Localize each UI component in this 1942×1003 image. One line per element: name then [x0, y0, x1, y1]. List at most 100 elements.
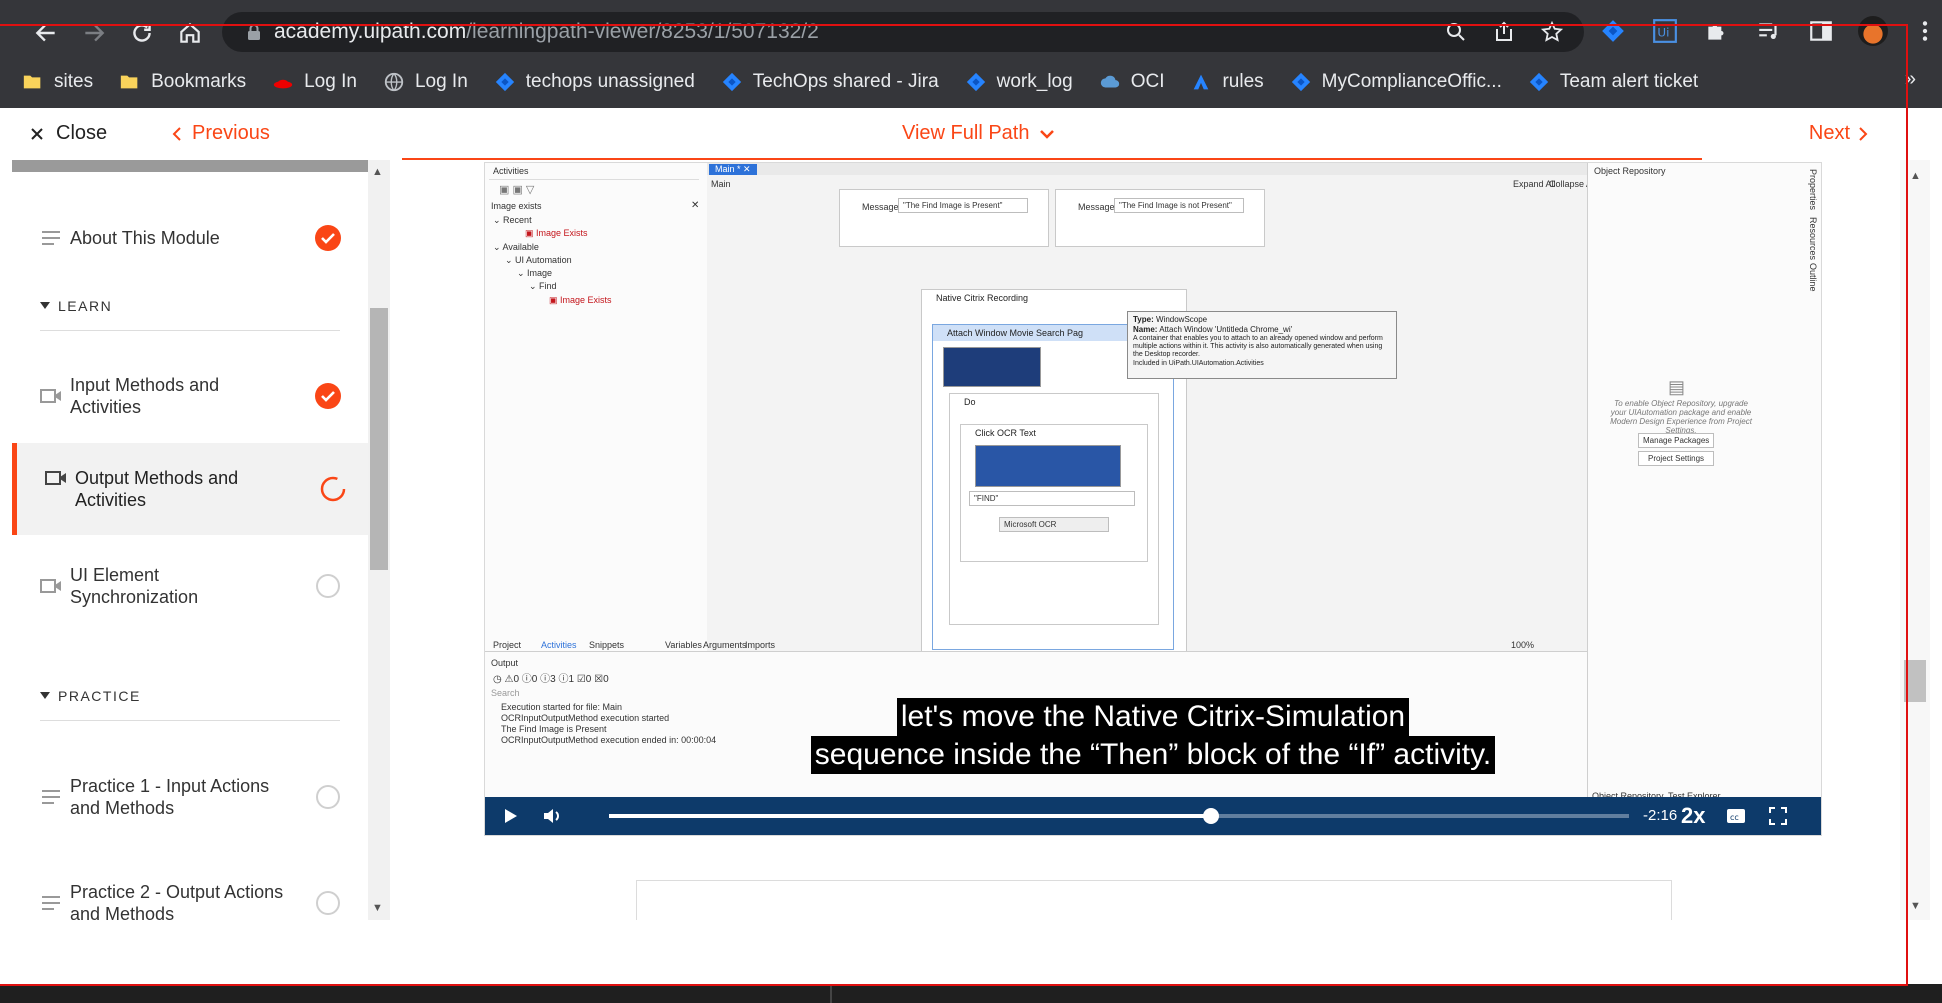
extensions-button[interactable] [1702, 16, 1732, 46]
next-button[interactable]: Next [1809, 122, 1868, 145]
bookmark-item[interactable]: Log In [383, 71, 468, 93]
section-practice[interactable]: PRACTICE [40, 688, 141, 704]
bookmark-item[interactable]: Bookmarks [119, 71, 246, 93]
page-scroll-thumb[interactable] [1904, 660, 1926, 702]
bookmark-item[interactable]: sites [22, 71, 93, 93]
tooltip-type-row: Type: WindowScope [1133, 315, 1391, 325]
forward-button[interactable] [76, 18, 112, 48]
browser-menu-button[interactable] [1910, 16, 1940, 46]
sidebar-item-practice-1[interactable]: Practice 1 - Input Actions and Methods [12, 772, 368, 822]
bookmark-item[interactable]: rules [1190, 71, 1264, 93]
home-button[interactable] [172, 18, 208, 48]
captions-button[interactable]: cc [1725, 805, 1747, 832]
ocr-thumbnail [975, 445, 1121, 487]
close-button[interactable]: Close [30, 122, 107, 145]
bookmark-label: techops unassigned [525, 71, 695, 92]
tree-find: ⌄ Find [529, 281, 557, 291]
sidebar-item-practice-2[interactable]: Practice 2 - Output Actions and Methods [12, 878, 368, 920]
sidebar-top-bar [12, 160, 368, 172]
page-scrollbar[interactable]: ▲ ▼ [1900, 160, 1930, 920]
uipath-extension[interactable]: Ui [1650, 16, 1680, 46]
playback-speed-button[interactable]: 2x [1681, 803, 1705, 829]
bookmark-label: Log In [414, 71, 468, 92]
video-icon [45, 471, 66, 485]
sidebar-item-ui-sync[interactable]: UI Element Synchronization [12, 565, 368, 607]
sidebar-item-input-methods[interactable]: Input Methods and Activities [12, 375, 368, 417]
play-button[interactable] [499, 805, 521, 832]
previous-button[interactable]: Previous [172, 122, 270, 145]
taskbar [0, 984, 1942, 1003]
reload-button[interactable] [124, 18, 160, 48]
module-sidebar: About This Module LEARN Input Methods an… [12, 160, 368, 920]
bookmark-label: Team alert ticket [1559, 71, 1699, 92]
fullscreen-button[interactable] [1767, 805, 1789, 832]
scroll-down-icon[interactable]: ▼ [372, 902, 383, 914]
back-button[interactable] [28, 18, 64, 48]
volume-button[interactable] [541, 805, 563, 832]
chevron-down-icon [1040, 129, 1055, 139]
profile-button[interactable] [1858, 16, 1888, 46]
output-title: Output [491, 658, 519, 668]
bookmarks-overflow-button[interactable]: » [1905, 68, 1916, 91]
bottom-tab-snippets: Snippets [589, 640, 625, 650]
close-label: Close [56, 122, 108, 144]
tooltip-type-value: WindowScope [1155, 315, 1208, 324]
jira-extension[interactable] [1598, 16, 1628, 46]
sidebar-item-output-methods[interactable]: Output Methods and Activities [12, 443, 368, 535]
address-bar[interactable]: academy.uipath.com/learningpath-viewer/8… [222, 12, 1584, 52]
sidebar-item-about-module[interactable]: About This Module [12, 218, 368, 258]
sidebar-scrollbar[interactable]: ▲ ▼ [368, 160, 390, 920]
view-full-path-button[interactable]: View Full Path [902, 122, 1055, 145]
course-header: Close Previous View Full Path Next [12, 110, 1930, 161]
in-progress-icon [320, 476, 346, 502]
side-panel-button[interactable] [1806, 16, 1836, 46]
seek-bar[interactable] [609, 808, 1629, 824]
bookmark-item[interactable]: Log In [272, 71, 357, 93]
bookmark-item[interactable]: techops unassigned [494, 71, 695, 93]
section-learn[interactable]: LEARN [40, 298, 112, 314]
bookmark-item[interactable]: work_log [965, 71, 1073, 93]
redhat-icon [273, 79, 293, 89]
sidebar-item-label: Output Methods and Activities [75, 468, 239, 510]
activity-tooltip: Type: WindowScope Name: Attach Window 'U… [1127, 311, 1397, 379]
caret-down-icon [40, 692, 50, 699]
divider [40, 720, 340, 721]
video-player[interactable]: Activities ▣ ▣ ▽ Image exists ✕ ⌄ Recent… [484, 162, 1822, 836]
confluence-icon [1194, 74, 1209, 90]
video-controls: -2:16 2x cc [485, 797, 1821, 835]
media-button[interactable] [1754, 16, 1784, 46]
tree-recent: ⌄ Recent [493, 215, 532, 225]
bookmark-item[interactable]: OCI [1099, 71, 1164, 93]
cloud-icon [1100, 75, 1119, 88]
tooltip-name-key: Name: [1133, 325, 1158, 334]
not-started-icon [316, 891, 340, 915]
scroll-down-icon[interactable]: ▼ [1910, 900, 1921, 912]
studio-designer-canvas: Main * ✕ Main Expand All Collapse All Me… [707, 163, 1596, 653]
bookmark-item[interactable]: Team alert ticket [1528, 71, 1698, 93]
bookmark-item[interactable]: MyComplianceOffic... [1290, 71, 1502, 93]
seek-handle[interactable] [1202, 808, 1219, 824]
not-started-icon [316, 574, 340, 598]
bookmark-label: MyComplianceOffic... [1321, 71, 1502, 92]
sidebar-scroll-thumb[interactable] [370, 308, 388, 570]
scroll-up-icon[interactable]: ▲ [1910, 170, 1921, 182]
tooltip-description: A container that enables you to attach t… [1133, 335, 1383, 358]
tree-image-exists-2: ▣ Image Exists [549, 295, 612, 305]
message-label: Message [862, 202, 899, 212]
output-search: Search [491, 688, 520, 698]
message-present-field: "The Find Image is Present" [898, 198, 1028, 213]
page-bottom [0, 920, 1942, 980]
toolbar-icons: ▣ ▣ ▽ [499, 184, 535, 196]
divider [489, 179, 699, 180]
video-icon [40, 579, 61, 593]
bookmark-label: sites [54, 71, 94, 92]
closed-captions-icon: cc [1727, 809, 1745, 823]
text-lines-icon [42, 790, 60, 804]
divider [40, 330, 340, 331]
fullscreen-icon [1769, 807, 1787, 825]
jira-icon [722, 72, 741, 92]
project-settings-button: Project Settings [1638, 451, 1714, 466]
bookmark-item[interactable]: TechOps shared - Jira [721, 71, 939, 93]
tree-available-label: Available [502, 242, 539, 252]
scroll-up-icon[interactable]: ▲ [372, 166, 383, 178]
